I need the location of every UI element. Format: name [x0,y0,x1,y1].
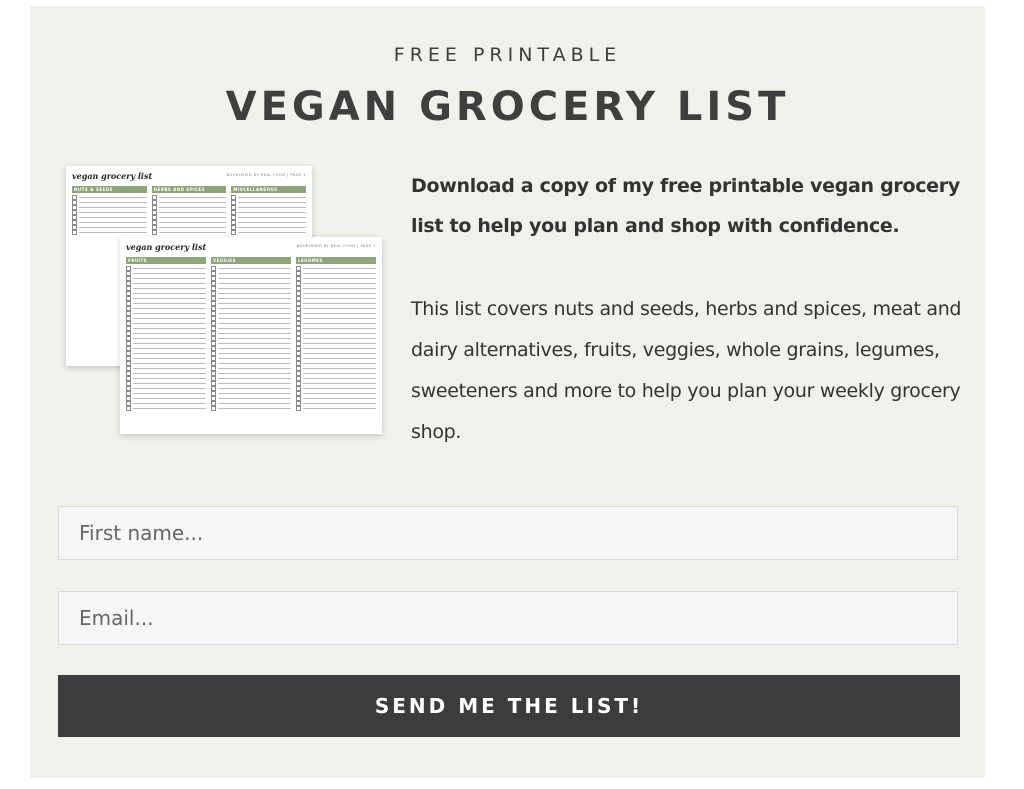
sheet-brand: NOURISHED BY REAL FOOD | PAGE 1 [226,173,306,177]
email-input[interactable] [58,591,958,645]
grocery-list-preview-front: vegan grocery list NOURISHED BY REAL FOO… [120,237,382,434]
sheet-brand: NOURISHED BY REAL FOOD | PAGE 1 [296,244,376,248]
signup-card: FREE PRINTABLE VEGAN GROCERY LIST vegan … [30,6,985,778]
send-list-button[interactable]: SEND ME THE LIST! [58,675,960,737]
section-band: MISCELLANEOUS [231,186,307,193]
description-text: This list covers nuts and seeds, herbs a… [411,298,962,443]
section-band: NUTS & SEEDS [72,186,147,193]
kicker-text: FREE PRINTABLE [393,44,622,66]
first-name-input[interactable] [58,506,958,560]
section-band: HERBS AND SPICES [151,186,227,193]
section-band: LEGUMES [296,257,376,264]
page-title: VEGAN GROCERY LIST [225,84,790,130]
section-band: VEGGIES [211,257,291,264]
section-band: FRUITS [126,257,206,264]
lead-text: Download a copy of my free printable veg… [411,175,960,237]
